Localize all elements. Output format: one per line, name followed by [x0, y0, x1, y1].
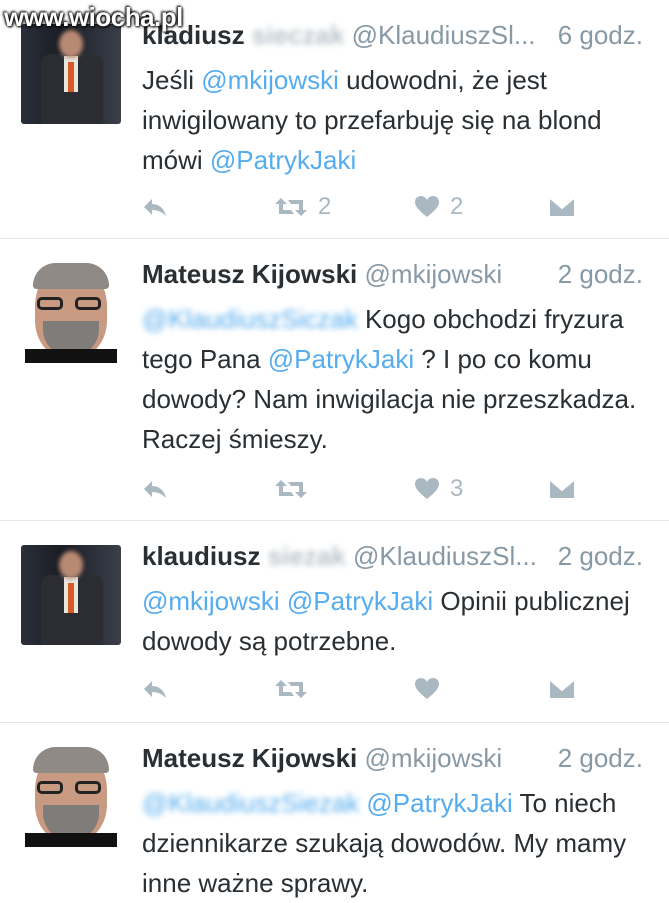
direct-message-icon [548, 196, 576, 218]
tweet-time[interactable]: 2 godz. [558, 743, 643, 774]
heart-icon [414, 677, 440, 701]
direct-message-button[interactable] [548, 669, 576, 709]
tweet-header: Mateusz Kijowski @mkijowski 2 godz. [142, 743, 643, 779]
tweet-actions [142, 669, 632, 709]
mention-link[interactable]: @PatrykJaki [287, 586, 433, 616]
avatar[interactable] [21, 545, 121, 645]
blurred-mention-link[interactable]: @KlaudiuszSiczak [142, 299, 358, 339]
tweet-time[interactable]: 2 godz. [558, 259, 643, 290]
tweet-text: @KlaudiuszSiezak @PatrykJaki To niech dz… [142, 783, 641, 903]
tweet-text-segment [280, 586, 287, 616]
mention-link[interactable]: @PatrykJaki [366, 788, 512, 818]
tweet-text-segment: Jeśli [142, 65, 202, 95]
tweet[interactable]: Mateusz Kijowski @mkijowski 2 godz. @Kla… [0, 723, 669, 900]
like-button[interactable] [414, 669, 440, 709]
like-button[interactable]: 3 [414, 469, 463, 509]
heart-icon [414, 195, 440, 219]
reply-button[interactable] [142, 469, 168, 509]
retweet-icon [274, 196, 308, 218]
avatar[interactable] [21, 747, 121, 847]
retweet-button[interactable] [274, 669, 308, 709]
like-count: 2 [450, 193, 464, 220]
blurred-mention-link[interactable]: @KlaudiuszSiezak [142, 783, 359, 823]
author-handle[interactable]: @KlaudiuszSl... [353, 541, 537, 571]
author-surname-blurred: sieczak [251, 20, 345, 50]
reply-icon [142, 196, 168, 218]
tweet[interactable]: klaudiusz siezak @KlaudiuszSl... 2 godz.… [0, 521, 669, 723]
mention-link[interactable]: @mkijowski [201, 65, 339, 95]
author-name[interactable]: Mateusz Kijowski [142, 259, 357, 289]
author-surname-blurred: siezak [267, 541, 346, 571]
author-handle[interactable]: @KlaudiuszSl... [352, 20, 536, 50]
tweet-header: kladiusz sieczak @KlaudiuszSl... 6 godz. [142, 20, 643, 56]
direct-message-button[interactable] [548, 187, 576, 227]
reply-button[interactable] [142, 669, 168, 709]
avatar[interactable] [21, 263, 121, 363]
avatar[interactable] [21, 24, 121, 124]
tweet-time[interactable]: 2 godz. [558, 541, 643, 572]
tweet-time[interactable]: 6 godz. [558, 20, 643, 51]
tweet[interactable]: Mateusz Kijowski @mkijowski 2 godz. @Kla… [0, 239, 669, 521]
tweet-header: Mateusz Kijowski @mkijowski 2 godz. [142, 259, 643, 295]
tweet-header: klaudiusz siezak @KlaudiuszSl... 2 godz. [142, 541, 643, 577]
reply-button[interactable] [142, 187, 168, 227]
direct-message-button[interactable] [548, 469, 576, 509]
retweet-icon [274, 678, 308, 700]
mention-link[interactable]: @PatrykJaki [210, 145, 356, 175]
retweet-button[interactable]: 2 [274, 187, 331, 227]
tweet-actions: 2 2 [142, 187, 632, 227]
tweet-text: Jeśli @mkijowski udowodni, że jest inwig… [142, 60, 641, 180]
watermark: www.wiocha.pl [4, 2, 183, 32]
author-handle[interactable]: @mkijowski [365, 743, 503, 773]
direct-message-icon [548, 678, 576, 700]
tweet-text: @mkijowski @PatrykJaki Opinii publicznej… [142, 581, 641, 661]
retweet-button[interactable] [274, 469, 308, 509]
author-name[interactable]: Mateusz Kijowski [142, 743, 357, 773]
mention-link[interactable]: @PatrykJaki [268, 344, 414, 374]
tweet-actions: 3 [142, 469, 632, 509]
direct-message-icon [548, 478, 576, 500]
author-handle[interactable]: @mkijowski [365, 259, 503, 289]
reply-icon [142, 678, 168, 700]
reply-icon [142, 478, 168, 500]
tweet-text: @KlaudiuszSiczak Kogo obchodzi fryzura t… [142, 299, 641, 459]
like-count: 3 [450, 475, 464, 502]
author-name[interactable]: klaudiusz [142, 541, 260, 571]
like-button[interactable]: 2 [414, 187, 463, 227]
heart-icon [414, 477, 440, 501]
mention-link[interactable]: @mkijowski [142, 586, 280, 616]
tweet[interactable]: kladiusz sieczak @KlaudiuszSl... 6 godz.… [0, 0, 669, 239]
retweet-icon [274, 478, 308, 500]
retweet-count: 2 [318, 193, 332, 220]
